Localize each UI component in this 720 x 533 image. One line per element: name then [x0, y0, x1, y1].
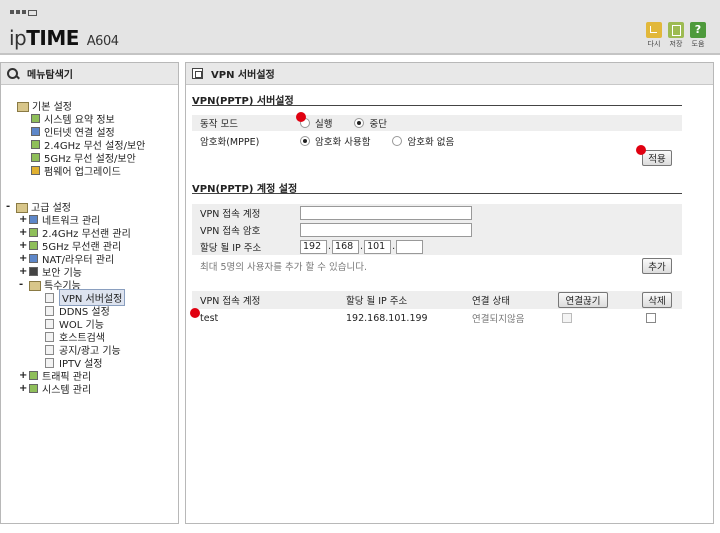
wireless-icon: [29, 228, 38, 237]
page-icon: [45, 331, 54, 342]
mode-row: 동작 모드 실행 중단: [192, 115, 682, 131]
wireless-icon: [29, 241, 38, 250]
ip-octet-2-input[interactable]: 168: [332, 239, 360, 254]
encryption-row: 암호화(MPPE) 암호화 사용함 암호화 없음: [192, 133, 682, 149]
menu-explorer-header: 메뉴탐색기: [1, 63, 178, 85]
mode-stop-radio[interactable]: [354, 118, 365, 128]
page-icon: [45, 292, 54, 303]
page-icon: [45, 344, 54, 355]
delete-checkbox[interactable]: [646, 313, 656, 323]
marker-dot: [296, 112, 306, 122]
system-icon: [29, 384, 38, 393]
enc-use-option[interactable]: 암호화 사용함: [300, 134, 370, 148]
main-panel-header: VPN 서버설정: [186, 63, 713, 85]
page-title: VPN 서버설정: [211, 70, 275, 81]
top-header: ipTIME A604 다시 저장 ? 도움: [0, 0, 720, 55]
marker-dot: [190, 308, 200, 318]
window-icon: [192, 68, 203, 79]
add-button[interactable]: 추가: [642, 258, 672, 274]
delete-button[interactable]: 삭제: [642, 292, 672, 308]
router-icon: [29, 254, 38, 263]
table-header: VPN 접속 계정 할당 될 IP 주소 연결 상태: [192, 291, 682, 309]
page-icon: [45, 318, 54, 329]
page-icon: [45, 305, 54, 316]
sidebar-item-system[interactable]: + 시스템 관리: [19, 382, 91, 396]
logo-dots-icon: [10, 10, 37, 16]
marker-dot: [636, 145, 646, 155]
help-icon: ?: [690, 22, 706, 38]
ip-octet-1-input[interactable]: 192: [300, 239, 327, 254]
mode-stop-option[interactable]: 중단: [354, 116, 387, 130]
ip-row: 할당 될 IP 주소 192 . 168 . 101 .: [192, 238, 682, 255]
search-icon: [7, 67, 19, 80]
network-icon: [29, 215, 38, 224]
wireless-icon: [31, 153, 40, 162]
enc-none-radio[interactable]: [392, 136, 403, 146]
chart-icon: [31, 114, 40, 123]
enc-none-option[interactable]: 암호화 없음: [392, 134, 454, 148]
upgrade-icon: [31, 166, 40, 175]
help-button[interactable]: ? 도움: [690, 22, 706, 49]
divider: [192, 193, 682, 194]
divider: [192, 105, 682, 106]
save-icon: [668, 22, 684, 38]
wireless-icon: [31, 140, 40, 149]
collapse-toggle[interactable]: -: [6, 201, 16, 212]
refresh-button[interactable]: 다시: [646, 22, 662, 49]
page-icon: [45, 357, 54, 368]
top-toolbar: 다시 저장 ? 도움: [646, 22, 706, 49]
folder-icon: [29, 280, 41, 291]
enc-use-radio[interactable]: [300, 136, 310, 146]
traffic-icon: [29, 371, 38, 380]
sidebar-item-firmware[interactable]: 펌웨어 업그레이드: [31, 164, 121, 178]
disconnect-button[interactable]: 연결끊기: [558, 292, 608, 308]
menu-explorer-panel: 메뉴탐색기 기본 설정 시스템 요약 정보 인터넷 연결 설정 2.4GHz 무…: [0, 62, 179, 524]
account-input[interactable]: [300, 205, 472, 220]
account-row: VPN 접속 계정: [192, 204, 682, 221]
monitor-icon: [31, 127, 40, 136]
folder-icon: [17, 101, 29, 112]
brand-logo: ipTIME A604: [9, 26, 119, 50]
disconnect-checkbox: [562, 313, 572, 323]
note-row: 최대 5명의 사용자를 추가 할 수 있습니다.: [200, 262, 368, 273]
password-input[interactable]: [300, 222, 472, 237]
lock-icon: [29, 267, 38, 276]
password-row: VPN 접속 암호: [192, 221, 682, 238]
ip-octet-4-input[interactable]: [396, 239, 424, 254]
apply-button[interactable]: 적용: [642, 150, 672, 166]
table-row[interactable]: test 192.168.101.199 연결되지않음: [192, 310, 682, 326]
ip-octet-3-input[interactable]: 101: [364, 239, 392, 254]
main-panel: VPN 서버설정 VPN(PPTP) 서버설정 동작 모드 실행 중단 암호화(…: [185, 62, 714, 524]
refresh-icon: [646, 22, 662, 38]
save-button[interactable]: 저장: [668, 22, 684, 49]
folder-icon: [16, 202, 28, 213]
